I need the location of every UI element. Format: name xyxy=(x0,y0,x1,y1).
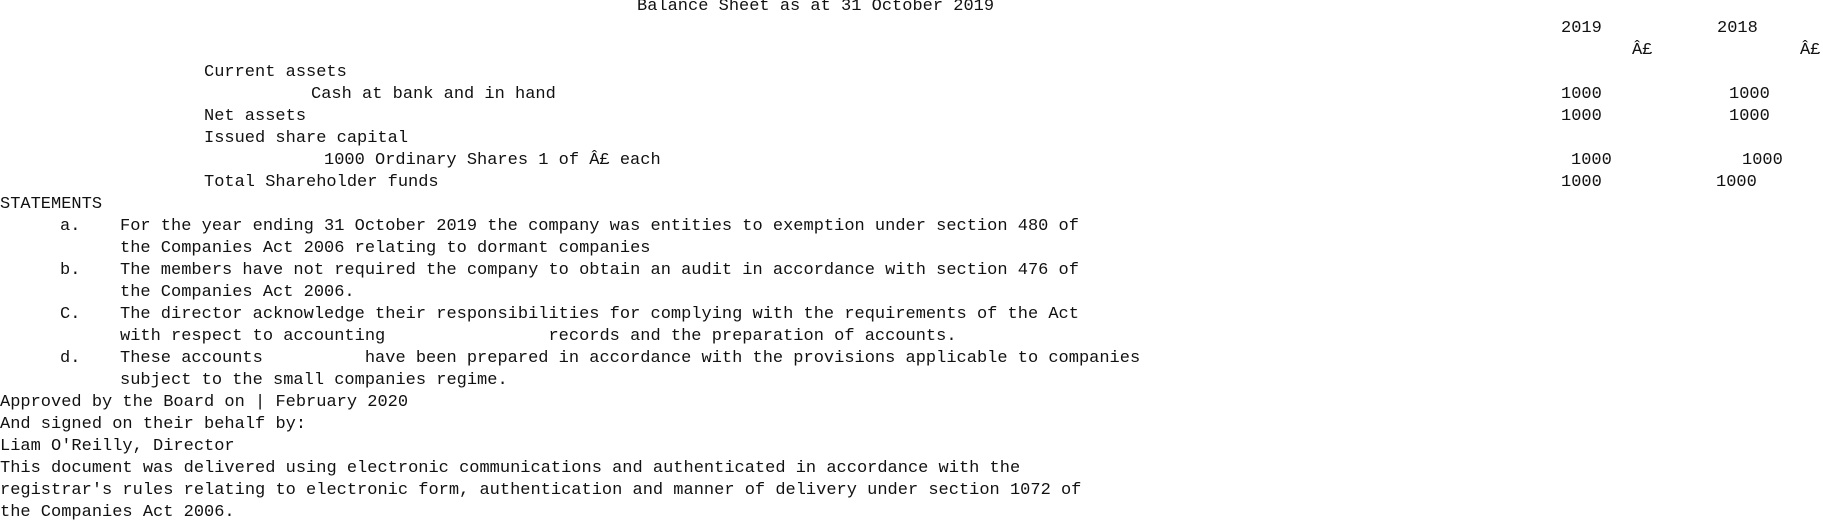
cash-label: Cash at bank and in hand xyxy=(311,85,556,104)
statement-a-line-1: For the year ending 31 October 2019 the … xyxy=(120,217,1079,236)
total-shareholder-funds-label: Total Shareholder funds xyxy=(204,173,439,192)
ordinary-shares-label: 1000 Ordinary Shares 1 of Â£ each xyxy=(324,151,661,170)
column-header-2019: 2019 xyxy=(1561,19,1602,38)
statement-a-marker: a. xyxy=(60,217,81,236)
statement-c-line-2: with respect to accounting records and t… xyxy=(120,327,957,346)
approval-date-line: Approved by the Board on | February 2020 xyxy=(0,393,409,412)
statement-d-line-2: subject to the small companies regime. xyxy=(120,371,508,390)
statement-b-line-1: The members have not required the compan… xyxy=(120,261,1079,280)
statement-d-line-1: These accounts have been prepared in acc… xyxy=(120,349,1141,368)
signatory-name: Liam O'Reilly, Director xyxy=(0,437,235,456)
currency-symbol-2018: Â£ xyxy=(1800,41,1821,60)
footer-line-3: the Companies Act 2006. xyxy=(0,503,235,522)
issued-share-capital-label: Issued share capital xyxy=(204,129,409,148)
statement-d-marker: d. xyxy=(60,349,81,368)
statement-b-line-2: the Companies Act 2006. xyxy=(120,283,355,302)
cash-2018-value: 1000 xyxy=(1729,85,1770,104)
net-assets-2019-value: 1000 xyxy=(1561,107,1602,126)
shares-2018-value: 1000 xyxy=(1742,151,1783,170)
net-assets-2018-value: 1000 xyxy=(1729,107,1770,126)
currency-symbol-2019: Â£ xyxy=(1632,41,1653,60)
cash-2019-value: 1000 xyxy=(1561,85,1602,104)
total-funds-2018-value: 1000 xyxy=(1716,173,1757,192)
signed-on-behalf-line: And signed on their behalf by: xyxy=(0,415,307,434)
net-assets-label: Net assets xyxy=(204,107,307,126)
footer-line-1: This document was delivered using electr… xyxy=(0,459,1021,478)
current-assets-label: Current assets xyxy=(204,63,347,82)
page-title: Balance Sheet as at 31 October 2019 xyxy=(637,0,995,16)
footer-line-2: registrar's rules relating to electronic… xyxy=(0,481,1082,500)
statement-a-line-2: the Companies Act 2006 relating to dorma… xyxy=(120,239,651,258)
shares-2019-value: 1000 xyxy=(1571,151,1612,170)
statement-c-line-1: The director acknowledge their responsib… xyxy=(120,305,1079,324)
statements-heading: STATEMENTS xyxy=(0,195,103,214)
statement-c-marker: C. xyxy=(60,305,81,324)
total-funds-2019-value: 1000 xyxy=(1561,173,1602,192)
statement-b-marker: b. xyxy=(60,261,81,280)
column-header-2018: 2018 xyxy=(1717,19,1758,38)
